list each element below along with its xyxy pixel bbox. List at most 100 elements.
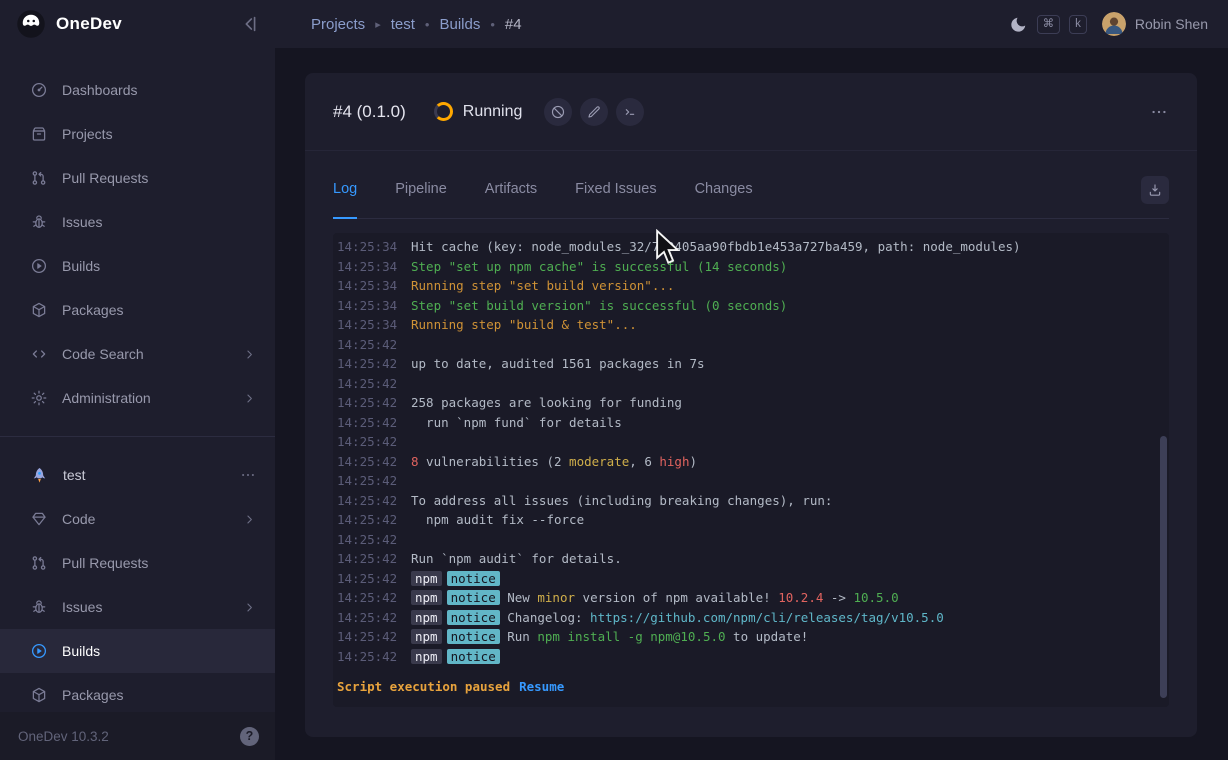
sidebar-item-builds[interactable]: Builds <box>0 244 275 288</box>
log-text: Step "set up npm cache" is successful (1… <box>411 259 787 274</box>
sidebar-item-projects[interactable]: Projects <box>0 112 275 156</box>
project-name: test <box>63 467 86 483</box>
resume-link[interactable]: Resume <box>519 679 564 694</box>
log-notice-badge: notice <box>447 571 500 586</box>
breadcrumb-builds[interactable]: Builds <box>439 16 480 33</box>
dark-mode-toggle[interactable] <box>1009 15 1028 34</box>
build-status: Running <box>463 103 523 121</box>
log-line: 14:25:34 Step "set up npm cache" is succ… <box>337 257 1155 277</box>
log-link[interactable]: https://github.com/npm/cli/releases/tag/… <box>590 610 944 625</box>
log-line: 14:25:42 <box>337 530 1155 550</box>
sidebar-nav-main: Dashboards Projects Pull Requests Issues… <box>0 48 275 420</box>
content: #4 (0.1.0) Running Log Pipeline Artifacts F… <box>275 48 1228 760</box>
log-timestamp: 14:25:42 <box>337 647 399 667</box>
project-item-builds[interactable]: Builds <box>0 629 275 673</box>
build-header: #4 (0.1.0) Running <box>305 73 1197 151</box>
pencil-icon <box>586 104 602 120</box>
log-line: 14:25:42 <box>337 374 1155 394</box>
nav-item-label: Dashboards <box>62 82 138 98</box>
log-text: minor <box>537 590 575 605</box>
tab-log[interactable]: Log <box>333 162 357 219</box>
log-text: run `npm fund` for details <box>411 415 622 430</box>
avatar[interactable] <box>1102 12 1126 36</box>
breadcrumb--4: #4 <box>505 16 522 33</box>
edit-button[interactable] <box>580 98 608 126</box>
play-circle-icon <box>30 257 48 275</box>
log-npm-badge: npm <box>411 649 442 664</box>
build-more-button[interactable] <box>1149 102 1169 122</box>
package-icon <box>30 686 48 704</box>
log-text: npm audit fix --force <box>411 512 584 527</box>
user-name[interactable]: Robin Shen <box>1135 16 1208 32</box>
project-more-button[interactable] <box>239 466 257 484</box>
log-text: ) <box>689 454 697 469</box>
terminal-button[interactable] <box>616 98 644 126</box>
log-scrollbar-thumb[interactable] <box>1160 436 1167 698</box>
breadcrumb-separator: • <box>490 17 495 32</box>
log-text: up to date, audited 1561 packages in 7s <box>411 356 705 371</box>
topbar-right: ⌘ k Robin Shen <box>1009 12 1208 36</box>
log-text: high <box>659 454 689 469</box>
log-text: Running step "build & test"... <box>411 317 637 332</box>
gem-icon <box>30 510 48 528</box>
code-icon <box>30 345 48 363</box>
log-timestamp: 14:25:42 <box>337 432 399 452</box>
log-text: Hit cache (key: node_modules_32/7b2405aa… <box>411 239 1021 254</box>
project-item-packages[interactable]: Packages <box>0 673 275 717</box>
archive-icon <box>30 125 48 143</box>
sidebar-item-packages[interactable]: Packages <box>0 288 275 332</box>
cancel-button[interactable] <box>544 98 572 126</box>
sidebar-item-code-search[interactable]: Code Search <box>0 332 275 376</box>
paused-message: Script execution paused <box>337 679 510 694</box>
build-card: #4 (0.1.0) Running Log Pipeline Artifacts F… <box>305 73 1197 737</box>
tab-artifacts[interactable]: Artifacts <box>485 162 537 219</box>
log-line: 14:25:34 Hit cache (key: node_modules_32… <box>337 237 1155 257</box>
help-icon[interactable]: ? <box>240 727 259 746</box>
log-npm-badge: npm <box>411 610 442 625</box>
sidebar-collapse-button[interactable] <box>239 13 261 35</box>
log-timestamp: 14:25:34 <box>337 276 399 296</box>
build-actions <box>544 98 644 126</box>
breadcrumb-projects[interactable]: Projects <box>311 16 365 33</box>
sidebar-project-test[interactable]: test <box>0 453 275 497</box>
ban-icon <box>550 104 566 120</box>
sidebar-header: OneDev <box>0 0 275 48</box>
tab-changes[interactable]: Changes <box>695 162 753 219</box>
log-timestamp: 14:25:42 <box>337 354 399 374</box>
log-timestamp: 14:25:42 <box>337 530 399 550</box>
log-line: 14:25:42 npm notice <box>337 569 1155 589</box>
sidebar-item-dashboards[interactable]: Dashboards <box>0 68 275 112</box>
download-log-button[interactable] <box>1141 176 1169 204</box>
build-title: #4 (0.1.0) <box>333 102 406 122</box>
log-line: 14:25:42 <box>337 335 1155 355</box>
nav-item-label: Code <box>62 511 95 527</box>
moon-icon <box>1009 22 1028 37</box>
sidebar-item-issues[interactable]: Issues <box>0 200 275 244</box>
log-timestamp: 14:25:42 <box>337 569 399 589</box>
nav-item-label: Builds <box>62 258 100 274</box>
log-timestamp: 14:25:42 <box>337 510 399 530</box>
sidebar-item-administration[interactable]: Administration <box>0 376 275 420</box>
tab-pipeline[interactable]: Pipeline <box>395 162 447 219</box>
project-item-issues[interactable]: Issues <box>0 585 275 629</box>
sidebar-item-pull-requests[interactable]: Pull Requests <box>0 156 275 200</box>
log-notice-badge: notice <box>447 590 500 605</box>
play-circle-icon <box>30 642 48 660</box>
sidebar-footer: OneDev 10.3.2 ? <box>0 712 275 760</box>
nav-item-label: Projects <box>62 126 113 142</box>
tab-fixed-issues[interactable]: Fixed Issues <box>575 162 656 219</box>
pull-request-icon <box>30 169 48 187</box>
pull-request-icon <box>30 554 48 572</box>
log-text: version of npm available! <box>575 590 778 605</box>
log-line: 14:25:34 Running step "set build version… <box>337 276 1155 296</box>
project-item-code[interactable]: Code <box>0 497 275 541</box>
project-item-pull-requests[interactable]: Pull Requests <box>0 541 275 585</box>
breadcrumb-test[interactable]: test <box>391 16 415 33</box>
log-line: 14:25:42 npmnotice Run npm install -g np… <box>337 627 1155 647</box>
sidebar: OneDev Dashboards Projects Pull Requests… <box>0 0 275 760</box>
log-npm-badge: npm <box>411 571 442 586</box>
log-text: To address all issues (including breakin… <box>411 493 832 508</box>
nav-item-label: Builds <box>62 643 100 659</box>
log-text: -> <box>823 590 853 605</box>
chevron-right-icon <box>242 391 257 406</box>
